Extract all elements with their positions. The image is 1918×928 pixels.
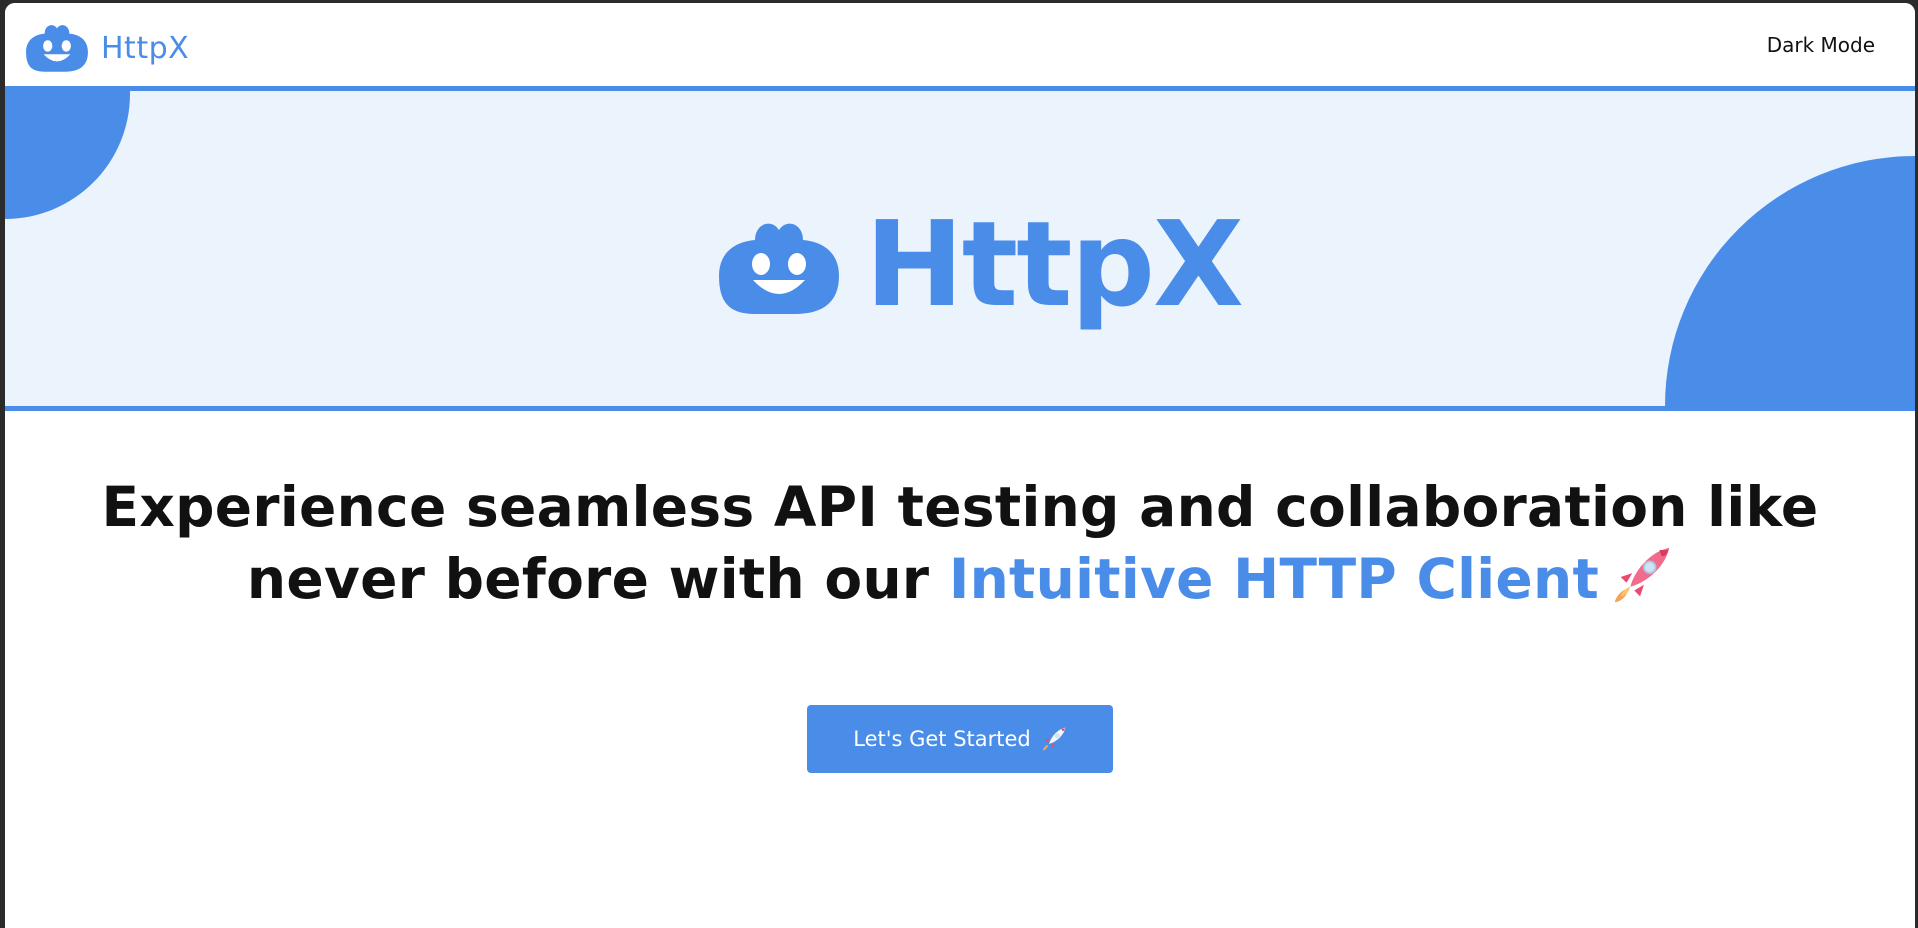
get-started-button[interactable]: Let's Get Started [807, 705, 1113, 773]
tagline-highlight: Intuitive HTTP Client [948, 547, 1600, 611]
dark-mode-toggle[interactable]: Dark Mode [1767, 33, 1875, 57]
get-started-label: Let's Get Started [853, 727, 1031, 751]
mascot-logo-icon [26, 25, 88, 72]
decorative-circle-left [5, 91, 130, 219]
rocket-icon [1614, 547, 1670, 603]
hero-logo-text: HttpX [865, 195, 1244, 333]
hero-banner: HttpX [5, 91, 1915, 411]
brand-name: HttpX [101, 30, 190, 66]
tagline: Experience seamless API testing and coll… [5, 471, 1915, 615]
browser-window: HttpX Dark Mode HttpX Experience seamles… [5, 3, 1915, 928]
brand-link[interactable]: HttpX [24, 21, 189, 75]
navbar: HttpX Dark Mode [5, 3, 1915, 91]
mascot-logo-icon [719, 223, 839, 314]
hero-logo: HttpX [715, 195, 1244, 333]
rocket-icon [1042, 727, 1066, 751]
decorative-circle-right [1665, 156, 1915, 406]
